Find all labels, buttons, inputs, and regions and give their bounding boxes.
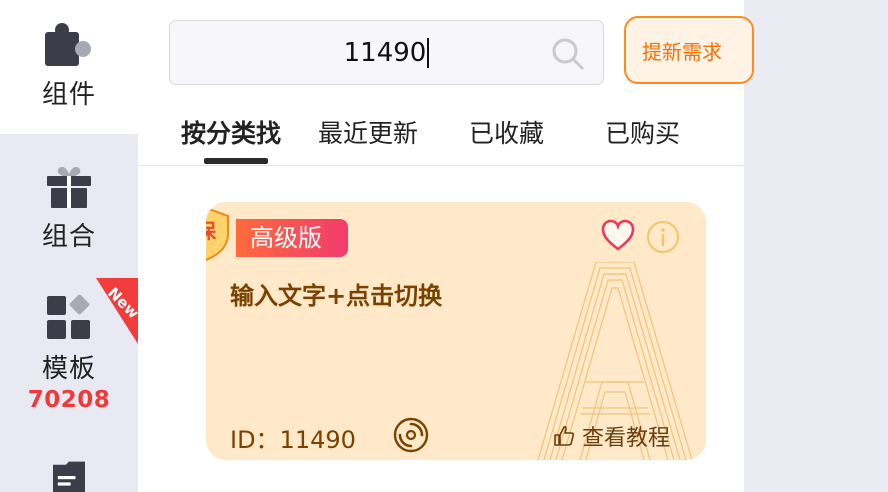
sidebar-item-label: 模板 — [41, 354, 96, 384]
tab-by-category[interactable]: 按分类找 — [181, 114, 281, 150]
sidebar-item-templates[interactable]: New 模板 70208 — [0, 278, 138, 428]
favorite-heart-icon[interactable] — [600, 218, 636, 254]
page: 组件 组合 New 模板 70208 11490 提新需求 按分类找 最近更新 … — [0, 0, 888, 492]
premium-badge: 高级版 — [236, 219, 348, 257]
card-id: ID：11490 — [230, 426, 356, 454]
svg-text:保: 保 — [206, 219, 217, 243]
sidebar: 组件 组合 New 模板 70208 — [0, 0, 138, 492]
document-icon — [53, 461, 85, 492]
gift-icon — [47, 166, 91, 208]
pointing-hand-icon — [554, 425, 575, 446]
search-icon[interactable] — [551, 37, 585, 71]
sidebar-item-documents[interactable] — [0, 456, 138, 492]
text-caret — [427, 37, 430, 68]
active-tab-indicator — [204, 158, 268, 164]
card-title: 输入文字+点击切换 — [230, 282, 443, 310]
info-icon[interactable] — [646, 220, 680, 254]
sidebar-item-components[interactable]: 组件 — [0, 0, 138, 134]
view-tutorial-link[interactable]: 查看教程 — [552, 420, 670, 452]
tab-recent-updates[interactable]: 最近更新 — [318, 114, 418, 150]
new-ribbon: New — [96, 278, 138, 344]
switch-spin-icon[interactable] — [392, 416, 430, 454]
grid-icon — [47, 294, 90, 339]
premium-badge-label: 高级版 — [250, 224, 322, 252]
sidebar-item-label: 组合 — [41, 222, 96, 252]
search-box[interactable]: 11490 — [169, 20, 604, 85]
sidebar-item-label: 组件 — [41, 80, 96, 110]
puzzle-icon — [45, 23, 91, 66]
template-count: 70208 — [27, 387, 111, 413]
tab-bar: 按分类找 最近更新 已收藏 已购买 — [138, 108, 744, 166]
right-panel — [744, 0, 888, 492]
new-request-button[interactable]: 提新需求 — [624, 16, 754, 84]
component-card[interactable]: 高级版 保 输入文字+点击切换 ID：11490 查看教程 — [206, 202, 706, 460]
tab-favorites[interactable]: 已收藏 — [469, 114, 544, 150]
search-input[interactable]: 11490 — [344, 38, 427, 68]
guarantee-seal-icon: 保 — [206, 206, 229, 262]
tab-purchased[interactable]: 已购买 — [605, 114, 680, 150]
new-request-label: 提新需求 — [642, 39, 722, 64]
sidebar-item-combos[interactable]: 组合 — [0, 156, 138, 266]
view-tutorial-label: 查看教程 — [582, 426, 671, 451]
